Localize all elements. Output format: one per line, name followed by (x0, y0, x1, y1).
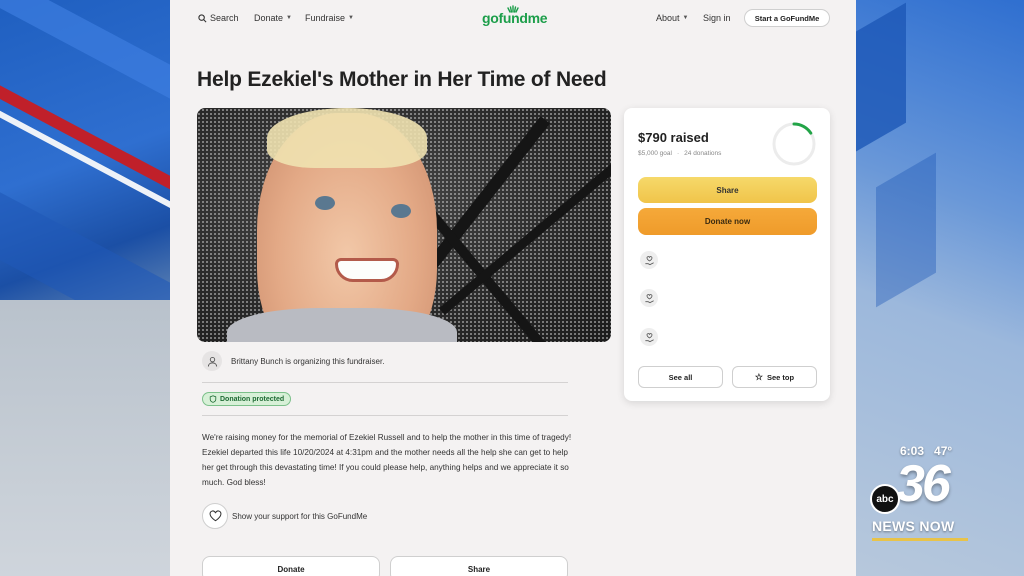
network-logo: abc (870, 484, 900, 514)
divider (202, 382, 568, 383)
heart-icon (209, 510, 221, 522)
bottom-donate-button[interactable]: Donate (202, 556, 380, 576)
goal-summary: $5,000 goal · 24 donations (638, 150, 721, 157)
chevron-down-icon: ▼ (286, 15, 292, 21)
person-icon (207, 356, 217, 367)
donate-now-button[interactable]: Donate now (638, 208, 817, 235)
goal-amount: $5,000 goal (638, 150, 672, 157)
brand-name: NEWS NOW (872, 518, 955, 534)
nav-fundraise[interactable]: Fundraise ▼ (305, 13, 354, 23)
nav-donate[interactable]: Donate ▼ (254, 13, 292, 23)
nav-about-label: About (656, 13, 680, 23)
chevron-down-icon: ▼ (682, 15, 689, 21)
see-all-button[interactable]: See all (638, 366, 723, 388)
donor-hand-heart-icon (640, 251, 658, 269)
start-gofundme-button[interactable]: Start a GoFundMe (744, 9, 830, 27)
badge-label: Donation protected (220, 395, 285, 403)
divider (202, 415, 568, 416)
station-bug: 6:03 47° 36 abc NEWS NOW (868, 442, 972, 550)
brand-underline (872, 538, 968, 541)
nav-search-label: Search (210, 13, 239, 23)
nav-fundraise-label: Fundraise (305, 13, 346, 23)
see-top-button[interactable]: ☆ See top (732, 366, 817, 388)
shield-icon (209, 395, 217, 403)
top-nav: Search Donate ▼ Fundraise ▼ gofundme Abo… (170, 0, 856, 36)
avatar (202, 351, 222, 371)
page-title: Help Ezekiel's Mother in Her Time of Nee… (197, 68, 607, 91)
donor-hand-heart-icon (640, 328, 658, 346)
campaign-photo (197, 108, 611, 342)
organizer-info: Brittany Bunch is organizing this fundra… (202, 351, 384, 371)
channel-number: 36 (896, 455, 951, 513)
organizer-text: Brittany Bunch is organizing this fundra… (231, 356, 385, 366)
fundraiser-page: Search Donate ▼ Fundraise ▼ gofundme Abo… (170, 0, 856, 576)
progress-ring (772, 122, 816, 166)
search-icon (198, 13, 207, 22)
amount-raised: $790 raised (638, 130, 709, 145)
support-prompt[interactable]: Show your support for this GoFundMe (202, 503, 367, 529)
support-label: Show your support for this GoFundMe (232, 511, 368, 521)
star-icon: ☆ (754, 371, 763, 382)
goal-separator: · (676, 150, 680, 157)
donation-count: 24 donations (684, 150, 722, 157)
broadcast-background-left (0, 0, 170, 576)
chevron-down-icon: ▼ (348, 15, 354, 21)
donation-protected-badge[interactable]: Donation protected (202, 392, 292, 406)
nav-donate-label: Donate (254, 13, 284, 23)
campaign-story: We're raising money for the memorial of … (202, 433, 572, 487)
gofundme-logo[interactable]: gofundme (482, 10, 548, 26)
donor-hand-heart-icon (640, 289, 658, 307)
nav-about[interactable]: About ▼ (656, 13, 688, 23)
nav-signin-label: Sign in (703, 13, 731, 23)
donation-card: $790 raised $5,000 goal · 24 donations S… (624, 108, 830, 401)
nav-signin[interactable]: Sign in (703, 13, 731, 23)
nav-search[interactable]: Search (198, 13, 239, 23)
support-heart-button[interactable] (202, 503, 228, 529)
share-button[interactable]: Share (638, 177, 817, 203)
bottom-share-button[interactable]: Share (390, 556, 568, 576)
see-top-label: See top (766, 372, 795, 382)
